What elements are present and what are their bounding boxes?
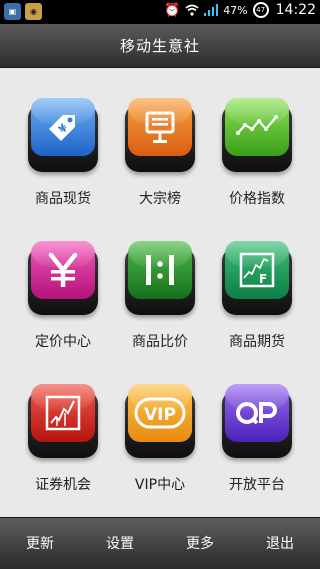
tile-vip-center[interactable]: VIP VIP中心 — [110, 354, 210, 494]
line-chart-icon — [225, 98, 289, 156]
app-grid: ¥ 商品现货 大宗榜 价格指数 定价中心 商品比价 F 商品期货 证券机会 VI… — [0, 68, 320, 517]
alarm-icon: ⏰ — [164, 2, 181, 18]
tile-open-platform[interactable]: 开放平台 — [207, 354, 307, 494]
battery-ring-value: 47 — [256, 6, 266, 14]
billboard-icon — [128, 98, 192, 156]
title-bar: 移动生意社 — [0, 24, 320, 68]
tile-label: 商品现货 — [35, 191, 91, 207]
vip-icon-text: VIP — [144, 405, 176, 425]
notification-app-icon-2: ◉ — [25, 3, 42, 20]
tile-label: 开放平台 — [229, 477, 285, 493]
signal-icon — [204, 4, 219, 16]
tile-label: 证券机会 — [35, 477, 91, 493]
page-title: 移动生意社 — [119, 37, 200, 55]
tile-label: 大宗榜 — [139, 191, 181, 207]
tile-pricing-center[interactable]: 定价中心 — [13, 211, 113, 351]
battery-icon: 47 — [252, 2, 269, 18]
status-bar: ▣ ◉ ⏰ 47% 47 14:22 — [0, 0, 320, 24]
open-platform-icon — [225, 384, 289, 442]
svg-text:F: F — [259, 272, 267, 286]
tile-commodity-compare[interactable]: 商品比价 — [110, 211, 210, 351]
compare-icon — [128, 241, 192, 299]
wifi-icon — [185, 4, 199, 16]
settings-button[interactable]: 设置 — [80, 518, 160, 569]
yen-icon — [31, 241, 95, 299]
tile-commodity-spot[interactable]: ¥ 商品现货 — [13, 68, 113, 208]
tile-label: 商品比价 — [132, 334, 188, 350]
tile-securities[interactable]: 证券机会 — [13, 354, 113, 494]
futures-chart-icon: F — [225, 241, 289, 299]
vip-icon: VIP — [128, 384, 192, 442]
tile-commodity-futures[interactable]: F 商品期货 — [207, 211, 307, 351]
bottom-toolbar: 更新 设置 更多 退出 — [0, 517, 320, 569]
tile-label: VIP中心 — [134, 477, 186, 493]
more-button[interactable]: 更多 — [160, 518, 240, 569]
notification-app-icon: ▣ — [4, 3, 21, 20]
stock-chart-icon — [31, 384, 95, 442]
tile-label: 价格指数 — [229, 191, 285, 207]
exit-button[interactable]: 退出 — [240, 518, 320, 569]
clock: 14:22 — [275, 2, 316, 18]
refresh-button[interactable]: 更新 — [0, 518, 80, 569]
price-tag-yen-icon: ¥ — [31, 98, 95, 156]
tile-label: 定价中心 — [35, 334, 91, 350]
tile-label: 商品期货 — [229, 334, 285, 350]
battery-percent: 47% — [223, 3, 248, 17]
tile-price-index[interactable]: 价格指数 — [207, 68, 307, 208]
tile-bulk-ranking[interactable]: 大宗榜 — [110, 68, 210, 208]
